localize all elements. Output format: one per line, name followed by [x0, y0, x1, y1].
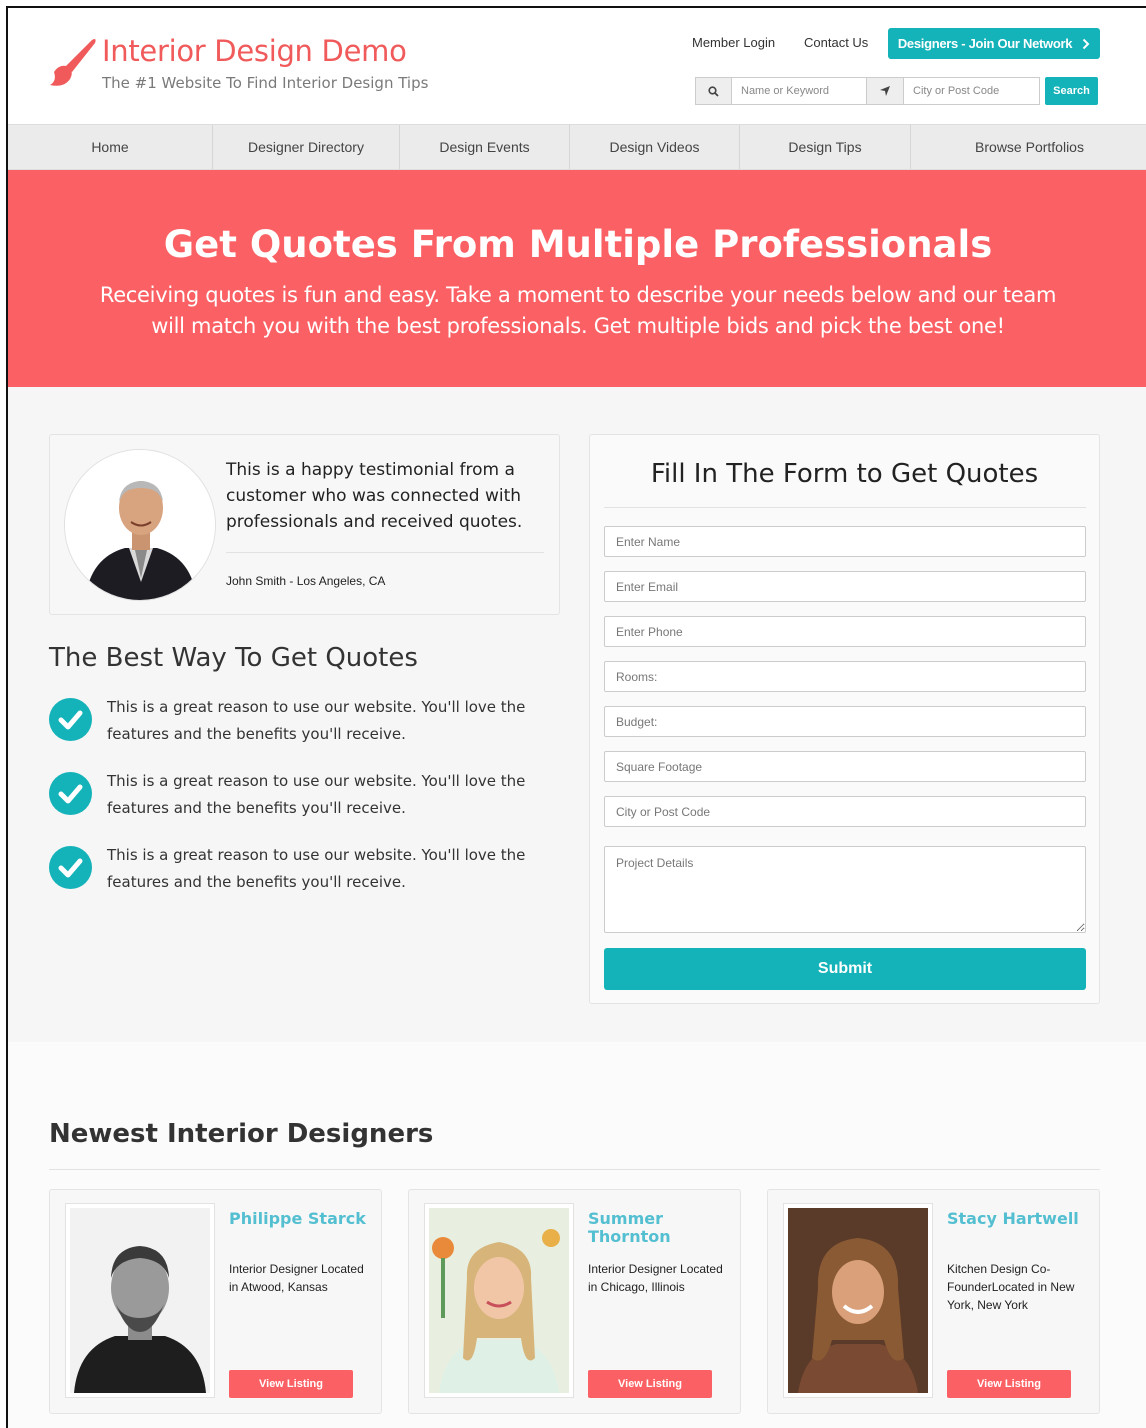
keyword-search-input[interactable] [732, 77, 867, 105]
contact-us-link[interactable]: Contact Us [804, 35, 868, 50]
location-search-input[interactable] [904, 77, 1040, 105]
square-footage-field[interactable] [604, 751, 1086, 782]
nav-item-design-tips[interactable]: Design Tips [740, 125, 911, 169]
designer-name[interactable]: Philippe Starck [229, 1210, 374, 1228]
hero-subtitle: Receiving quotes is fun and easy. Take a… [99, 283, 1057, 338]
benefit-item: This is a great reason to use our websit… [49, 768, 549, 824]
name-field[interactable] [604, 526, 1086, 557]
quote-section: This is a happy testimonial from a custo… [8, 387, 1146, 1042]
designer-description: Interior Designer Located in Chicago, Il… [588, 1262, 723, 1294]
search-button[interactable]: Search [1045, 77, 1098, 105]
section-divider [49, 1169, 1100, 1170]
benefit-text: This is a great reason to use our websit… [107, 772, 526, 817]
nav-item-design-events[interactable]: Design Events [400, 125, 570, 169]
site-tagline: The #1 Website To Find Interior Design T… [102, 74, 429, 92]
join-network-label: Designers - Join Our Network [897, 36, 1073, 51]
form-title: Fill In The Form to Get Quotes [650, 459, 1039, 489]
hero-title: Get Quotes From Multiple Professionals [163, 223, 993, 266]
city-field[interactable] [604, 796, 1086, 827]
join-network-button[interactable]: Designers - Join Our Network [888, 28, 1100, 59]
site-title[interactable]: Interior Design Demo [102, 34, 407, 68]
benefit-item: This is a great reason to use our websit… [49, 694, 549, 750]
designer-name[interactable]: Summer Thornton [588, 1210, 733, 1246]
benefit-text: This is a great reason to use our websit… [107, 846, 526, 891]
designer-photo[interactable] [424, 1203, 574, 1398]
email-field[interactable] [604, 571, 1086, 602]
hero-banner: Get Quotes From Multiple Professionals R… [8, 170, 1146, 387]
submit-button[interactable]: Submit [604, 948, 1086, 990]
designer-photo[interactable] [65, 1203, 215, 1398]
phone-field[interactable] [604, 616, 1086, 647]
view-listing-button[interactable]: View Listing [588, 1370, 712, 1398]
designer-card: Stacy Hartwell Kitchen Design Co-Founder… [767, 1189, 1100, 1414]
nav-item-design-videos[interactable]: Design Videos [570, 125, 740, 169]
location-arrow-icon [867, 77, 904, 105]
newest-designers-section: Newest Interior Designers Philippe Starc… [8, 1042, 1146, 1428]
checkmark-icon [49, 698, 92, 741]
nav-item-designer-directory[interactable]: Designer Directory [213, 125, 400, 169]
benefit-item: This is a great reason to use our websit… [49, 842, 549, 898]
rooms-field[interactable] [604, 661, 1086, 692]
designer-card: Philippe Starck Interior Designer Locate… [49, 1189, 382, 1414]
benefits-title: The Best Way To Get Quotes [49, 643, 418, 673]
benefit-text: This is a great reason to use our websit… [107, 698, 526, 743]
checkmark-icon [49, 772, 92, 815]
site-header: Interior Design Demo The #1 Website To F… [8, 8, 1146, 124]
page: Interior Design Demo The #1 Website To F… [6, 6, 1146, 1428]
designer-description: Interior Designer Located in Atwood, Kan… [229, 1262, 364, 1294]
form-divider [604, 507, 1086, 508]
budget-field[interactable] [604, 706, 1086, 737]
header-search-bar: Search [695, 77, 1098, 105]
testimonial-divider [226, 552, 544, 553]
main-nav: Home Designer Directory Design Events De… [8, 124, 1146, 170]
nav-item-browse-portfolios[interactable]: Browse Portfolios [911, 125, 1146, 169]
chevron-right-icon [1082, 38, 1090, 49]
quote-form: Fill In The Form to Get Quotes Submit [589, 434, 1100, 1004]
designer-card: Summer Thornton Interior Designer Locate… [408, 1189, 741, 1414]
view-listing-button[interactable]: View Listing [229, 1370, 353, 1398]
search-icon [695, 77, 732, 105]
newest-designers-title: Newest Interior Designers [49, 1119, 434, 1149]
designer-description: Kitchen Design Co-FounderLocated in New … [947, 1262, 1075, 1312]
paintbrush-logo-icon[interactable] [48, 36, 98, 88]
designer-photo[interactable] [783, 1203, 933, 1398]
testimonial-author: John Smith - Los Angeles, CA [226, 574, 386, 588]
testimonial-avatar [64, 449, 216, 601]
testimonial-quote: This is a happy testimonial from a custo… [226, 460, 523, 532]
member-login-link[interactable]: Member Login [692, 35, 775, 50]
designer-name[interactable]: Stacy Hartwell [947, 1210, 1092, 1228]
checkmark-icon [49, 846, 92, 889]
testimonial-card: This is a happy testimonial from a custo… [49, 434, 560, 615]
project-details-field[interactable] [604, 846, 1086, 933]
view-listing-button[interactable]: View Listing [947, 1370, 1071, 1398]
nav-item-home[interactable]: Home [8, 125, 213, 169]
